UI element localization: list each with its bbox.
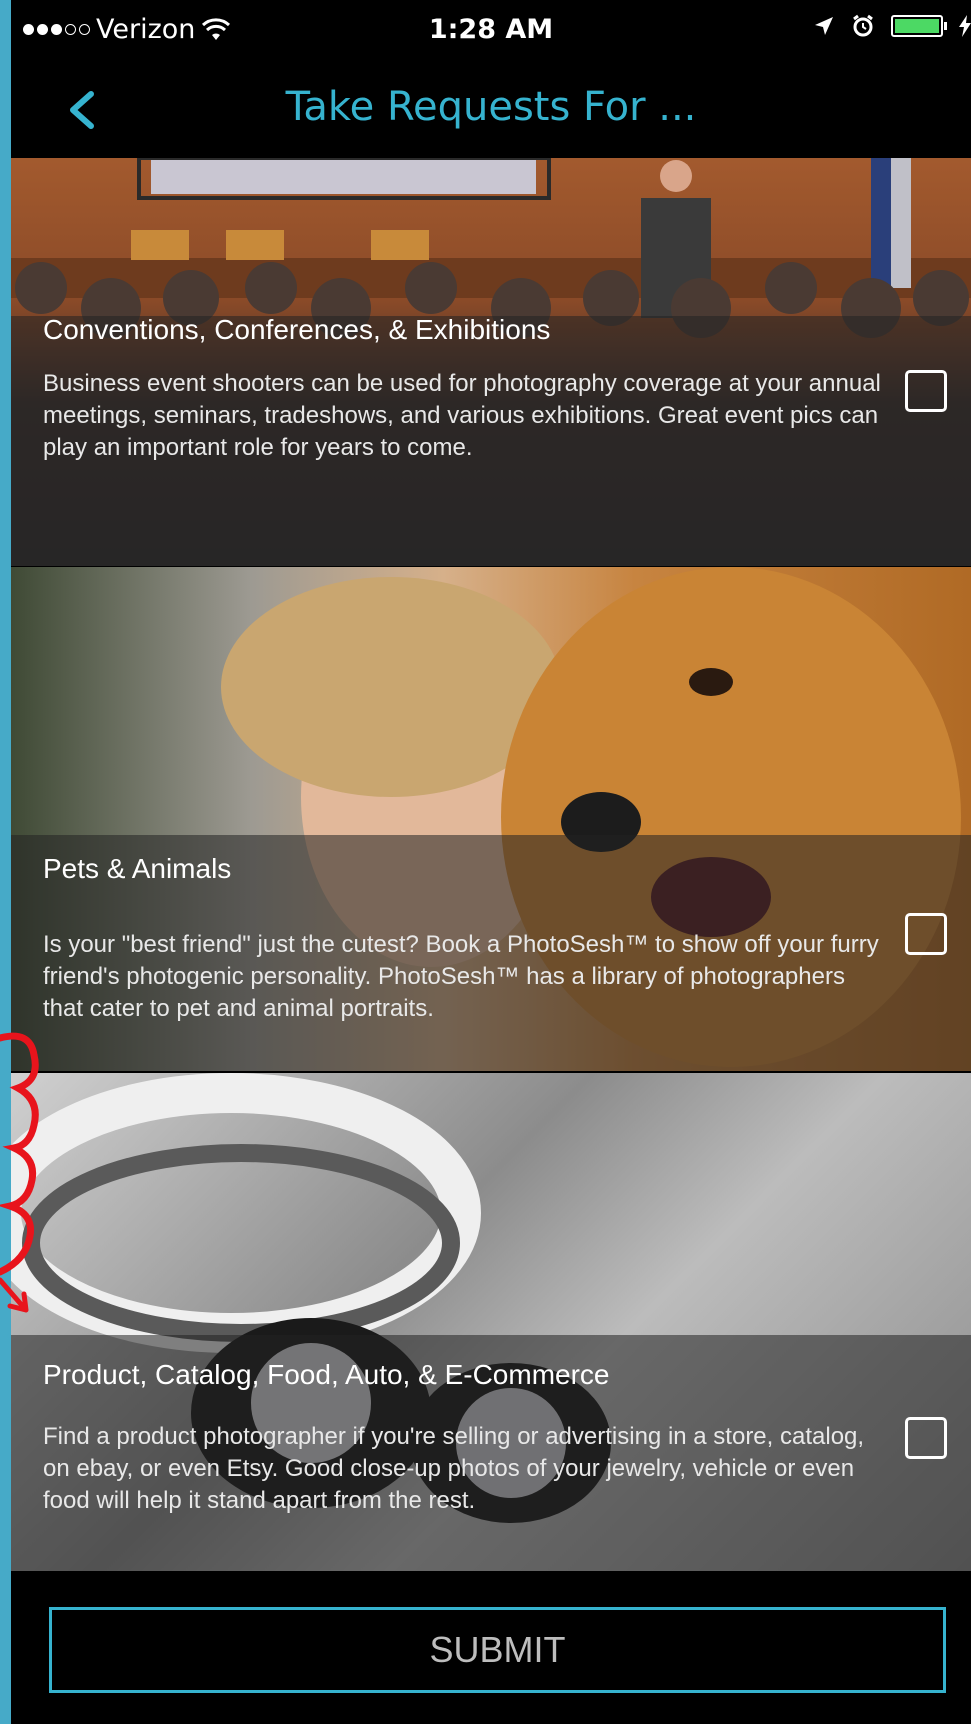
card-title: Pets & Animals: [43, 853, 232, 884]
charging-bolt-icon: [959, 15, 971, 37]
page-title: Take Requests For ...: [285, 84, 697, 130]
category-card-conventions[interactable]: Conventions, Conferences, & Exhibitions …: [11, 158, 971, 566]
phone-screen: Verizon 1:28 AM Take Requests For ... Co…: [11, 0, 971, 1724]
location-arrow-icon: [815, 17, 833, 35]
battery-icon: [891, 15, 947, 37]
footer: SUBMIT: [11, 1571, 971, 1724]
category-card-product[interactable]: Product, Catalog, Food, Auto, & E-Commer…: [11, 1073, 971, 1571]
card-description: Find a product photographer if you're se…: [43, 1423, 865, 1514]
card-description: Business event shooters can be used for …: [43, 370, 881, 461]
card-title: Conventions, Conferences, & Exhibitions: [43, 314, 551, 345]
checkbox-product[interactable]: [905, 1417, 947, 1459]
checkbox-pets[interactable]: [905, 913, 947, 955]
alarm-clock-icon: [853, 14, 873, 37]
card-description: Is your "best friend" just the cutest? B…: [43, 931, 879, 1022]
submit-button[interactable]: SUBMIT: [49, 1607, 946, 1693]
annotation-arrow-icon: [0, 1032, 39, 1313]
card-title: Product, Catalog, Food, Auto, & E-Commer…: [43, 1359, 610, 1390]
checkbox-conventions[interactable]: [905, 370, 947, 412]
status-bar: Verizon 1:28 AM: [11, 0, 971, 64]
navigation-bar: Take Requests For ...: [11, 64, 971, 158]
category-card-pets[interactable]: Pets & Animals Is your "best friend" jus…: [11, 567, 971, 1071]
